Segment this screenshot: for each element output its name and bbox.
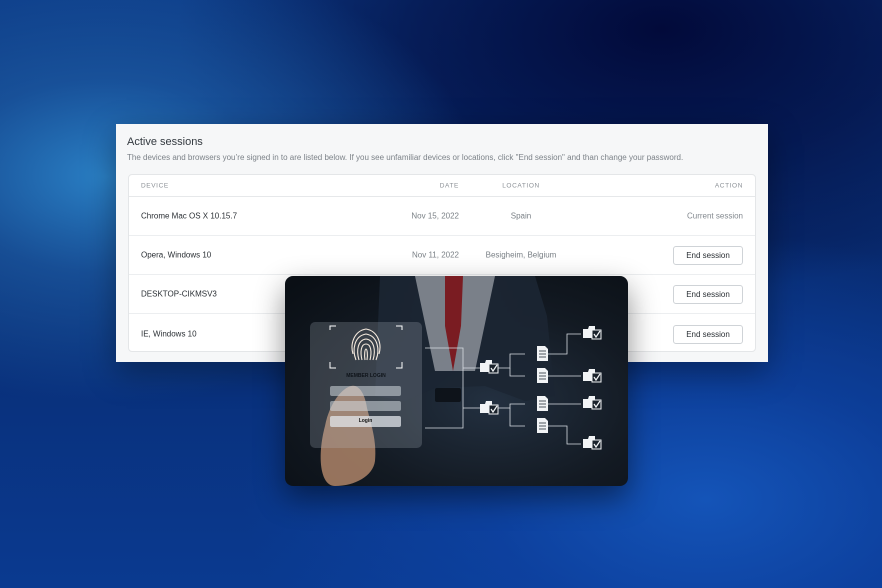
login-button: Login [330, 416, 401, 427]
folder-check-icon [583, 369, 602, 383]
folder-check-icon [480, 401, 499, 415]
password-field [330, 401, 401, 411]
column-header-action: ACTION [714, 182, 743, 189]
column-header-device: DEVICE [141, 182, 169, 189]
session-device: IE, Windows 10 [141, 329, 197, 338]
table-row: Chrome Mac OS X 10.15.7 Nov 15, 2022 Spa… [129, 197, 755, 236]
session-date: Nov 15, 2022 [411, 211, 459, 221]
document-icon [537, 368, 548, 383]
document-icon [537, 346, 548, 361]
column-header-location: LOCATION [502, 182, 540, 189]
session-location: Spain [510, 211, 532, 221]
folder-check-icon [583, 326, 602, 340]
session-location: Besigheim, Belgium [485, 250, 557, 260]
end-session-button[interactable]: End session [673, 285, 743, 304]
end-session-button[interactable]: End session [673, 324, 743, 344]
document-icon [537, 396, 548, 411]
session-device: Opera, Windows 10 [141, 250, 212, 260]
security-illustration: MEMBER LOGIN Login [285, 276, 628, 486]
action-cell: End session [673, 284, 743, 304]
member-login-title: MEMBER LOGIN [346, 373, 386, 379]
username-field [330, 386, 401, 396]
table-header: DEVICE DATE LOCATION ACTION [129, 175, 755, 197]
current-session-label: Current session [686, 211, 743, 221]
document-icon [537, 418, 548, 433]
table-row: Opera, Windows 10 Nov 11, 2022 Besigheim… [129, 236, 755, 275]
session-device: DESKTOP-CIKMSV3 [141, 289, 217, 299]
folder-check-icon [583, 396, 602, 410]
phone [435, 388, 461, 402]
fingerprint-icon [329, 325, 403, 369]
end-session-button[interactable]: End session [673, 246, 743, 265]
member-login-panel: MEMBER LOGIN Login [310, 322, 422, 448]
folder-check-icon [583, 436, 602, 450]
session-date: Nov 11, 2022 [412, 250, 459, 260]
session-device: Chrome Mac OS X 10.15.7 [141, 211, 238, 221]
card-title: Active sessions [127, 136, 203, 148]
action-cell: End session [673, 245, 743, 265]
action-cell: End session [673, 324, 743, 344]
column-header-date: DATE [439, 182, 459, 189]
card-description: The devices and browsers you’re signed i… [127, 153, 684, 162]
